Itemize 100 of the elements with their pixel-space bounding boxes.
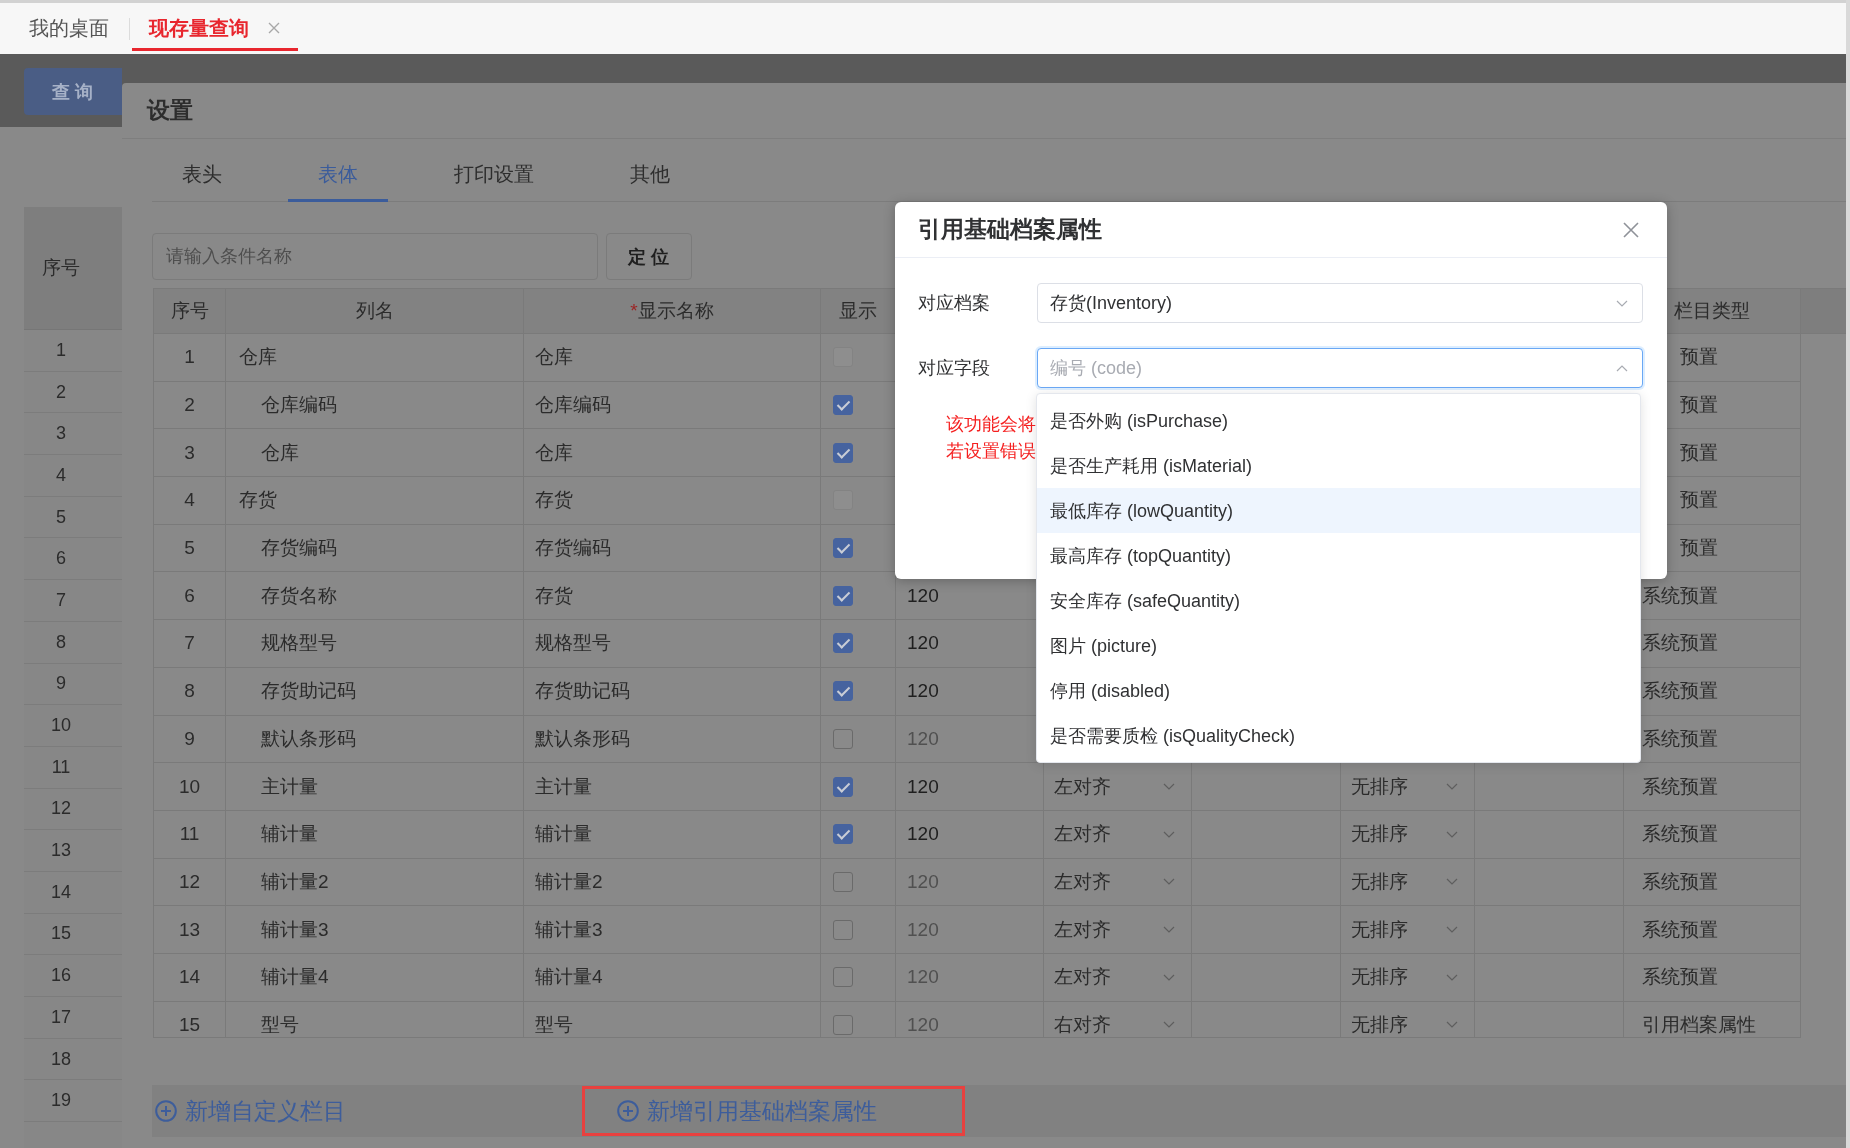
chevron-down-icon [1446, 973, 1458, 981]
row-index: 5 [184, 537, 195, 560]
field-label: 对应档案 [918, 292, 991, 315]
dropdown-option[interactable]: 最低库存 (lowQuantity) [1037, 488, 1640, 533]
column-name: 仓库编码 [261, 393, 337, 418]
chevron-up-icon [1616, 365, 1628, 372]
dropdown-option[interactable]: 是否生产耗用 (isMaterial) [1037, 443, 1640, 488]
column-name: 仓库 [239, 345, 277, 370]
plus-circle-icon [617, 1100, 639, 1122]
row-index: 3 [184, 441, 195, 464]
display-name: 默认条形码 [535, 726, 630, 751]
column-header: 列名 [355, 299, 394, 323]
chevron-down-icon [1163, 926, 1175, 934]
column-type: 预置 [1680, 393, 1718, 418]
column-type: 系统预置 [1642, 726, 1718, 751]
row-index: 9 [184, 727, 195, 750]
column-name: 主计量 [261, 774, 318, 799]
page-tab[interactable]: 我的桌面 [12, 3, 127, 51]
column-type: 系统预置 [1642, 869, 1718, 894]
column-type: 系统预置 [1642, 774, 1718, 799]
column-name: 型号 [261, 1012, 299, 1037]
chevron-down-icon [1446, 1021, 1458, 1029]
column-type: 预置 [1680, 345, 1718, 370]
chevron-down-icon [1163, 830, 1175, 838]
row-index: 1 [184, 346, 195, 369]
row-index: 12 [178, 870, 201, 893]
row-index: 2 [184, 394, 195, 417]
row-index: 7 [184, 632, 195, 655]
display-name: 主计量 [535, 774, 592, 799]
column-name: 辅计量 [261, 822, 318, 847]
select-field[interactable]: 存货(Inventory) [1037, 283, 1643, 323]
warning-text: 该功能会将 [946, 413, 1036, 436]
select-field[interactable]: 编号 (code) [1037, 348, 1643, 388]
display-name: 仓库 [535, 440, 573, 465]
column-type: 系统预置 [1642, 679, 1718, 704]
display-name: 辅计量 [535, 822, 592, 847]
row-index: 4 [184, 489, 195, 512]
row-index: 11 [179, 823, 200, 846]
column-type: 预置 [1680, 536, 1718, 561]
settings-tab[interactable]: 其他 [600, 150, 700, 202]
column-type: 系统预置 [1642, 917, 1718, 942]
display-name: 辅计量3 [535, 917, 603, 942]
display-name: 存货 [535, 488, 573, 513]
close-icon[interactable] [268, 22, 280, 34]
display-name: 存货 [535, 583, 573, 608]
display-name: 存货编码 [535, 536, 611, 561]
chevron-down-icon [1163, 973, 1175, 981]
column-type: 引用档案属性 [1642, 1012, 1756, 1037]
row-index: 15 [178, 1013, 201, 1036]
chevron-down-icon [1446, 830, 1458, 838]
search-field[interactable]: 请输入条件名称 [152, 233, 598, 280]
display-name: 规格型号 [535, 631, 611, 656]
column-type: 系统预置 [1642, 965, 1718, 990]
column-header: *显示名称 [630, 299, 714, 323]
display-name: 存货助记码 [535, 679, 630, 704]
chevron-down-icon [1446, 878, 1458, 886]
panel-title: 设置 [147, 96, 193, 125]
chevron-down-icon [1163, 1021, 1175, 1029]
column-header: 序号 [170, 299, 209, 323]
row-index: 8 [184, 680, 195, 703]
column-name: 规格型号 [261, 631, 337, 656]
dropdown-option[interactable]: 最高库存 (topQuantity) [1037, 533, 1640, 578]
column-header: 显示 [839, 299, 877, 323]
chevron-down-icon [1163, 878, 1175, 886]
display-name: 型号 [535, 1012, 573, 1037]
column-type: 系统预置 [1642, 631, 1718, 656]
column-header: 栏目类型 [1674, 299, 1750, 323]
dropdown-option[interactable]: 是否外购 (isPurchase) [1037, 398, 1640, 443]
row-index: 13 [178, 918, 201, 941]
close-icon[interactable] [1623, 221, 1639, 238]
field-label: 对应字段 [918, 357, 991, 380]
query-button[interactable]: 查 询 [24, 68, 122, 115]
settings-tab[interactable]: 表头 [152, 150, 252, 202]
display-name: 仓库 [535, 345, 573, 370]
dialog-title: 引用基础档案属性 [918, 215, 1102, 244]
column-type: 预置 [1680, 440, 1718, 465]
warning-text: 若设置错误 [946, 440, 1036, 463]
column-name: 辅计量4 [261, 965, 329, 990]
display-name: 辅计量2 [535, 869, 603, 894]
column-type: 系统预置 [1642, 583, 1718, 608]
dropdown-option[interactable]: 图片 (picture) [1037, 623, 1640, 668]
column-name: 存货名称 [261, 583, 337, 608]
page-tab[interactable]: 现存量查询 [132, 3, 298, 51]
row-index: 14 [178, 966, 201, 989]
dropdown-option[interactable]: 安全库存 (safeQuantity) [1037, 578, 1640, 623]
dropdown-option[interactable]: 是否需要质检 (isQualityCheck) [1037, 713, 1640, 758]
column-type: 系统预置 [1642, 822, 1718, 847]
column-name: 默认条形码 [261, 726, 356, 751]
column-name: 存货助记码 [261, 679, 356, 704]
locate-button[interactable]: 定 位 [606, 233, 692, 280]
column-name: 存货编码 [261, 536, 337, 561]
settings-tab[interactable]: 打印设置 [424, 150, 564, 202]
column-name: 辅计量2 [261, 869, 329, 894]
column-name: 仓库 [261, 440, 299, 465]
chevron-down-icon [1163, 783, 1175, 791]
display-name: 辅计量4 [535, 965, 603, 990]
column-header: 序号 [24, 207, 122, 330]
dropdown-option[interactable]: 停用 (disabled) [1037, 668, 1640, 713]
chevron-down-icon [1446, 926, 1458, 934]
row-index: 10 [178, 775, 201, 798]
